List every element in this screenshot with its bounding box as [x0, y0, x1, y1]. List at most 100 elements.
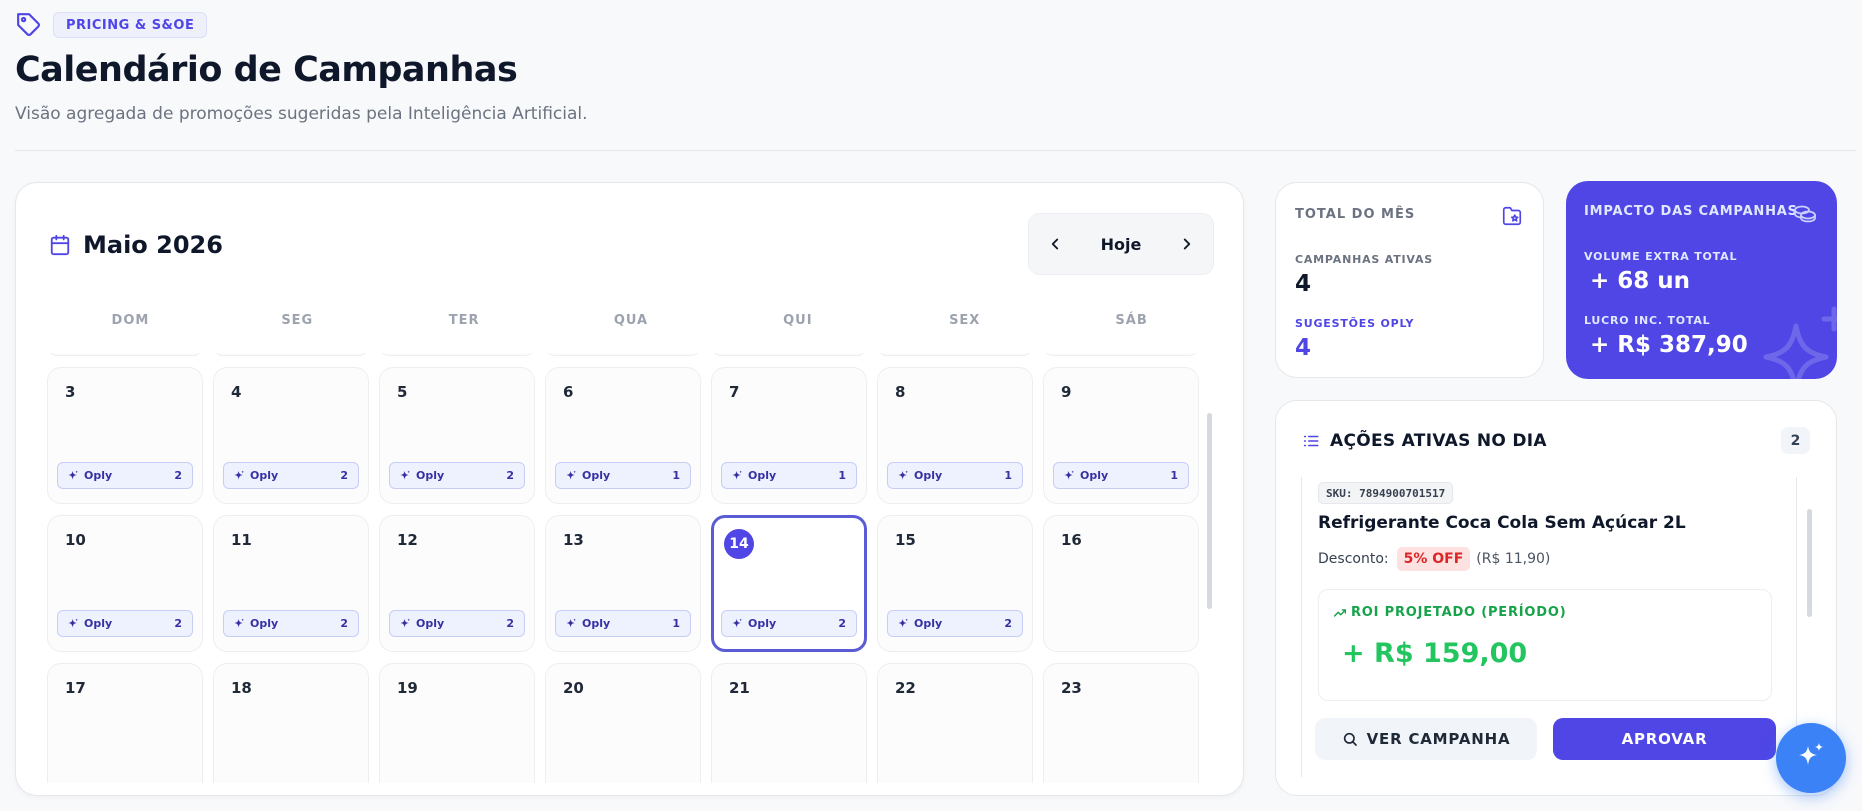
prev-month-button[interactable] — [1043, 232, 1067, 256]
calendar-scrollbar[interactable] — [1207, 413, 1212, 609]
calendar-day-cell[interactable] — [711, 353, 867, 356]
sparkles-icon — [898, 470, 909, 481]
calendar-day-cell[interactable]: 16 — [1043, 515, 1199, 652]
calendar-day-cell[interactable]: 11 Oply 2 — [213, 515, 369, 652]
sparkles-icon — [234, 618, 245, 629]
calendar-day-cell[interactable]: 9 Oply 1 — [1043, 367, 1199, 504]
calendar-day-cell[interactable]: 13 Oply 1 — [545, 515, 701, 652]
day-number: 19 — [397, 679, 418, 697]
day-number: 16 — [1061, 531, 1082, 549]
approve-button[interactable]: APROVAR — [1553, 718, 1776, 760]
calendar-day-cell[interactable]: 19 — [379, 663, 535, 783]
active-actions-card: AÇÕES ATIVAS NO DIA 2 SKU: 7894900701517… — [1275, 400, 1837, 796]
calendar-day-cell[interactable] — [545, 353, 701, 356]
calendar-navigation: Hoje — [1028, 213, 1214, 275]
calendar-day-cell[interactable]: 18 — [213, 663, 369, 783]
actions-scrollbar[interactable] — [1807, 509, 1812, 617]
calendar-icon — [49, 234, 71, 256]
view-campaign-button[interactable]: VER CAMPANHA — [1315, 718, 1537, 760]
calendar-day-cell[interactable]: 6 Oply 1 — [545, 367, 701, 504]
oply-pill-count: 2 — [340, 617, 348, 630]
oply-suggestion-pill[interactable]: Oply 2 — [57, 610, 193, 637]
calendar-day-cell[interactable] — [47, 353, 203, 356]
calendar-day-cell[interactable]: 21 — [711, 663, 867, 783]
oply-pill-count: 1 — [1004, 469, 1012, 482]
actions-count-badge: 2 — [1781, 427, 1810, 454]
calendar-scroll-area[interactable]: 3 Oply 2 4 Oply 2 5 Oply 2 6 Oply 1 7 Oply 1 8 Oply 1 9 Opl… — [47, 353, 1215, 783]
oply-suggestion-pill[interactable]: Oply 2 — [57, 462, 193, 489]
oply-suggestion-pill[interactable]: Oply 2 — [721, 610, 857, 637]
calendar-day-cell[interactable]: 5 Oply 2 — [379, 367, 535, 504]
day-number: 10 — [65, 531, 86, 549]
roi-box: ROI PROJETADO (PERÍODO) + R$ 159,00 — [1318, 589, 1772, 701]
day-number: 6 — [563, 383, 574, 401]
ai-assistant-fab[interactable] — [1776, 723, 1846, 793]
calendar-day-cell[interactable]: 8 Oply 1 — [877, 367, 1033, 504]
calendar-day-cell[interactable] — [877, 353, 1033, 356]
sparkles-icon — [68, 470, 79, 481]
sparkle-decoration-icon — [1756, 301, 1837, 379]
day-number: 21 — [729, 679, 750, 697]
oply-suggestion-pill[interactable]: Oply 2 — [223, 610, 359, 637]
roi-value: + R$ 159,00 — [1342, 638, 1528, 669]
calendar-day-cell[interactable]: 10 Oply 2 — [47, 515, 203, 652]
oply-pill-count: 2 — [838, 617, 846, 630]
oply-suggestion-pill[interactable]: Oply 2 — [223, 462, 359, 489]
oply-pill-label: Oply — [84, 469, 113, 482]
oply-pill-label: Oply — [416, 469, 445, 482]
actions-title: AÇÕES ATIVAS NO DIA — [1330, 431, 1547, 451]
calendar-day-cell[interactable]: 15 Oply 2 — [877, 515, 1033, 652]
sparkles-icon — [68, 618, 79, 629]
calendar-day-cell[interactable]: 3 Oply 2 — [47, 367, 203, 504]
list-icon — [1302, 432, 1320, 450]
oply-pill-label: Oply — [582, 617, 611, 630]
oply-pill-label: Oply — [914, 469, 943, 482]
calendar-day-cell[interactable]: 4 Oply 2 — [213, 367, 369, 504]
oply-suggestion-pill[interactable]: Oply 2 — [389, 462, 525, 489]
campaign-impact-card: IMPACTO DAS CAMPANHAS VOLUME EXTRA TOTAL… — [1566, 181, 1837, 379]
today-button[interactable]: Hoje — [1101, 235, 1142, 254]
calendar-card: Maio 2026 Hoje DOM SEG TER QUA QUI SEX SÁB 3 Op… — [15, 182, 1244, 796]
sparkles-icon — [1064, 470, 1075, 481]
day-number: 3 — [65, 383, 76, 401]
calendar-day-cell[interactable]: 20 — [545, 663, 701, 783]
oply-pill-count: 2 — [340, 469, 348, 482]
calendar-day-cell[interactable]: 17 — [47, 663, 203, 783]
folder-star-icon — [1501, 205, 1523, 227]
next-month-button[interactable] — [1175, 232, 1199, 256]
sparkles-icon — [400, 618, 411, 629]
calendar-day-cell[interactable] — [379, 353, 535, 356]
day-number: 17 — [65, 679, 86, 697]
calendar-day-cell[interactable]: 22 — [877, 663, 1033, 783]
day-number: 18 — [231, 679, 252, 697]
view-campaign-label: VER CAMPANHA — [1366, 730, 1511, 748]
calendar-header: Maio 2026 — [49, 231, 223, 259]
section-tag: PRICING & S&OE — [15, 11, 208, 39]
page-title: Calendário de Campanhas — [15, 50, 518, 90]
sparkles-icon — [732, 470, 743, 481]
oply-suggestion-pill[interactable]: Oply 1 — [555, 462, 691, 489]
oply-suggestions-value: 4 — [1295, 335, 1312, 361]
oply-suggestion-pill[interactable]: Oply 1 — [721, 462, 857, 489]
calendar-day-cell[interactable]: 12 Oply 2 — [379, 515, 535, 652]
oply-pill-count: 1 — [672, 469, 680, 482]
day-number: 13 — [563, 531, 584, 549]
calendar-day-cell[interactable] — [213, 353, 369, 356]
weekday-label: DOM — [111, 313, 150, 328]
calendar-day-today[interactable]: 14 Oply 2 — [711, 515, 867, 652]
sparkles-icon — [898, 618, 909, 629]
search-icon — [1342, 731, 1358, 747]
oply-suggestion-pill[interactable]: Oply 1 — [887, 462, 1023, 489]
oply-suggestion-pill[interactable]: Oply 2 — [389, 610, 525, 637]
oply-suggestion-pill[interactable]: Oply 2 — [887, 610, 1023, 637]
trending-up-icon — [1333, 607, 1347, 619]
oply-suggestion-pill[interactable]: Oply 1 — [1053, 462, 1189, 489]
roi-header: ROI PROJETADO (PERÍODO) — [1333, 605, 1566, 620]
calendar-day-cell[interactable]: 7 Oply 1 — [711, 367, 867, 504]
chevron-left-icon — [1051, 238, 1059, 250]
calendar-day-cell[interactable]: 23 — [1043, 663, 1199, 783]
coins-icon — [1793, 202, 1817, 224]
oply-suggestion-pill[interactable]: Oply 1 — [555, 610, 691, 637]
calendar-day-cell[interactable] — [1043, 353, 1199, 356]
oply-pill-label: Oply — [250, 617, 279, 630]
